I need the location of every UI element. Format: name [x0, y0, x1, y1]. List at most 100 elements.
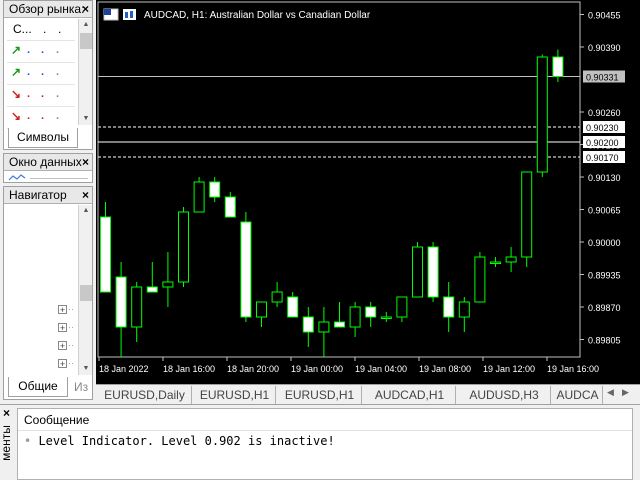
message-text: Level Indicator. Level 0.902 is inactive… [38, 434, 335, 448]
price-cell: . [27, 44, 31, 56]
data-window-panel: Окно данных × [3, 153, 93, 183]
price-label: 0.90000 [588, 238, 621, 248]
level-price-label: 0.90200 [586, 138, 619, 148]
chart-tab[interactable]: AUDCAD,H1 [364, 386, 456, 404]
toolbox-side-label-text: менты [0, 425, 13, 461]
expand-icon[interactable]: + [58, 341, 67, 351]
chart-tab[interactable]: EURUSD,H1 [278, 386, 362, 404]
candle-body [443, 296, 455, 318]
candle-body [224, 196, 236, 218]
close-icon[interactable]: × [82, 154, 89, 170]
chart-type-icon-bar [125, 12, 128, 18]
price-cell: . [56, 66, 60, 78]
scroll-down-icon[interactable]: ▼ [79, 363, 93, 375]
market-watch-row[interactable]: ↘... [7, 85, 75, 107]
close-icon[interactable]: × [82, 1, 89, 17]
price-label: 0.89805 [588, 336, 621, 346]
candle-body [318, 321, 330, 333]
expand-icon[interactable]: + [58, 305, 67, 315]
candle-body [178, 211, 189, 283]
message-row[interactable]: • Level Indicator. Level 0.902 is inacti… [24, 434, 335, 448]
divider [30, 178, 88, 179]
candle-body [505, 256, 517, 263]
chart-tab[interactable]: EURUSD,Daily [98, 386, 192, 404]
price-label: 0.90455 [588, 11, 621, 21]
price-label: 0.89870 [588, 303, 621, 313]
candle-body [380, 316, 392, 319]
column-header[interactable]: . [43, 22, 46, 36]
candle-body [209, 181, 221, 198]
chart-tab[interactable]: EURUSD,H1 [194, 386, 276, 404]
price-cell: . [41, 66, 45, 78]
scroll-up-icon[interactable]: ▲ [79, 205, 93, 217]
price-chart[interactable]: AUDCAD, H1: Australian Dollar vs Canadia… [96, 0, 640, 384]
navigator-title: Навигатор × [4, 187, 92, 204]
close-icon[interactable]: × [82, 187, 89, 203]
expand-icon[interactable]: + [58, 359, 67, 369]
chart-tab[interactable]: AUDUSD,H3 [458, 386, 551, 404]
tab-symbols[interactable]: Символы [8, 128, 78, 148]
chart-line-icon [8, 174, 26, 181]
candle-body [131, 286, 143, 328]
data-window-title-text: Окно данных [9, 155, 82, 169]
candle-body [193, 181, 205, 213]
trend-up-icon: ↗ [11, 43, 22, 57]
market-watch-row[interactable]: ↗... [7, 63, 75, 85]
expand-icon[interactable]: + [58, 323, 67, 333]
flag-icon-part [104, 9, 111, 15]
message-bullet-icon: • [24, 434, 39, 448]
tree-connector: ·· [68, 304, 74, 314]
candle-body [474, 256, 486, 303]
symbol-column-header[interactable]: С... [13, 22, 32, 36]
candle-body [490, 261, 501, 264]
column-header[interactable]: . [58, 22, 61, 36]
chart-tab[interactable]: AUDCA [553, 386, 603, 404]
price-cell: . [56, 88, 60, 100]
price-label: 0.89935 [588, 271, 621, 281]
price-label: 0.90390 [588, 43, 621, 53]
time-label: 19 Jan 16:00 [547, 364, 599, 374]
price-cell: . [56, 44, 60, 56]
tabs-scroll-right-icon[interactable]: ▶ [622, 387, 629, 398]
scroll-thumb[interactable] [80, 285, 92, 301]
candle-body [427, 246, 439, 298]
message-column-header: Сообщение [24, 413, 90, 427]
tab-general[interactable]: Общие [8, 377, 68, 397]
scroll-thumb[interactable] [80, 33, 92, 49]
tabs-scroll-left-icon[interactable]: ◀ [607, 387, 614, 398]
navigator-panel: Навигатор × + ·· + ·· + ·· + ·· ▲ ▼ Общие Из [3, 186, 93, 400]
market-watch-header: С... . . [7, 19, 75, 41]
candle-body [349, 306, 361, 328]
price-cell: . [41, 44, 45, 56]
candle-body [162, 281, 174, 288]
time-label: 19 Jan 04:00 [355, 364, 407, 374]
tree-connector: ·· [68, 340, 74, 350]
price-label: 0.90065 [588, 206, 621, 216]
scroll-down-icon[interactable]: ▼ [79, 113, 93, 125]
time-label: 18 Jan 2022 [99, 364, 149, 374]
price-label: 0.90260 [588, 108, 621, 118]
market-watch-scrollbar[interactable]: ▲ ▼ [78, 19, 92, 125]
candle-body [115, 276, 127, 328]
market-watch-title: Обзор рынка: × [4, 1, 92, 18]
price-cell: . [56, 110, 60, 122]
level-price-label: 0.90331 [586, 73, 619, 83]
level-price-label: 0.90170 [586, 153, 619, 163]
trend-down-icon: ↘ [11, 109, 22, 123]
time-label: 19 Jan 12:00 [483, 364, 535, 374]
candle-body [334, 321, 345, 328]
market-watch-row[interactable]: ↘... [7, 107, 75, 129]
candle-body [552, 56, 564, 77]
navigator-scrollbar[interactable]: ▲ ▼ [78, 205, 92, 375]
messages-panel: Сообщение • Level Indicator. Level 0.902… [17, 408, 633, 480]
scroll-up-icon[interactable]: ▲ [79, 19, 93, 31]
tab-other[interactable]: Из [74, 378, 88, 396]
messages-header[interactable]: Сообщение [18, 409, 632, 431]
time-label: 19 Jan 08:00 [419, 364, 471, 374]
market-watch-panel: Обзор рынка: × С... . . ↗... ↗... ↘... ↘...… [3, 0, 93, 150]
chart-type-icon [123, 9, 136, 20]
market-watch-row[interactable]: ↗... [7, 41, 75, 63]
price-cell: . [27, 66, 31, 78]
price-cell: . [41, 88, 45, 100]
market-watch-title-text: Обзор рынка: [9, 2, 85, 16]
